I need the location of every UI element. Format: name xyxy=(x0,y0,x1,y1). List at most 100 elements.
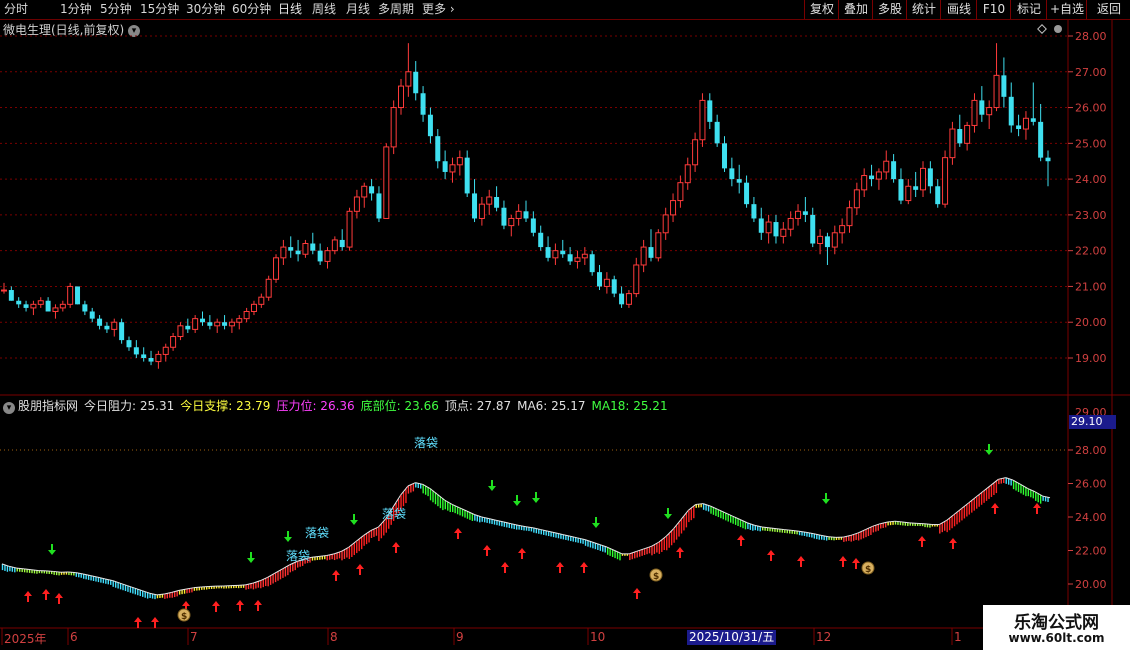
candle-body-down xyxy=(23,304,29,308)
indicator-y-tick-label: 26.00 xyxy=(1075,478,1107,491)
candle-body-down xyxy=(45,300,51,312)
candle-body-up xyxy=(1,289,7,292)
candle-body-up xyxy=(942,157,949,205)
indicator-ribbon-line xyxy=(333,550,342,555)
candle-body-up xyxy=(30,303,37,309)
indicator-ribbon-line xyxy=(348,540,357,548)
candle-body-down xyxy=(104,325,110,330)
candle-body-down xyxy=(567,254,573,262)
candle-body-up xyxy=(250,303,257,312)
indicator-ribbon-line xyxy=(939,519,947,525)
candle-body-down xyxy=(891,161,897,180)
candle-body-up xyxy=(831,232,838,248)
candle-body-down xyxy=(1008,96,1014,126)
candle-body-up xyxy=(398,85,405,109)
candle-body-up xyxy=(478,203,485,219)
candle-body-down xyxy=(427,114,433,137)
candle-body-up xyxy=(515,210,522,219)
sell-arrow-icon xyxy=(985,450,993,455)
indicator-ribbon-line xyxy=(363,529,372,536)
candle-body-up xyxy=(155,353,162,363)
candle-body-up xyxy=(273,257,280,280)
candle-body-down xyxy=(97,318,103,326)
indicator-ribbon-line xyxy=(665,528,674,537)
indicator-ribbon-line xyxy=(245,582,254,586)
indicator-ribbon-line xyxy=(651,541,660,547)
indicator-ribbon-line xyxy=(887,520,896,523)
candle-body-up xyxy=(177,325,184,338)
sell-arrow-icon xyxy=(532,498,540,503)
indicator-ribbon-line xyxy=(673,519,682,530)
candle-body-down xyxy=(913,186,919,190)
candle-body-up xyxy=(111,321,118,330)
candle-body-up xyxy=(258,296,265,305)
candle-body-down xyxy=(207,322,213,326)
main-y-tick-label: 20.00 xyxy=(1075,316,1107,329)
indicator-ribbon-line xyxy=(238,584,246,586)
candle-body-up xyxy=(449,164,456,173)
main-y-tick-label: 21.00 xyxy=(1075,280,1107,293)
candle-body-up xyxy=(787,217,794,230)
main-y-tick-label: 26.00 xyxy=(1075,102,1107,115)
candle-body-down xyxy=(714,121,720,144)
candle-body-down xyxy=(141,354,147,358)
candle-body-up xyxy=(677,182,684,202)
candle-body-down xyxy=(442,161,448,172)
candle-body-down xyxy=(773,222,779,237)
indicator-ribbon-line xyxy=(370,526,379,531)
indicator-ribbon-line xyxy=(341,546,350,552)
sell-arrow-icon xyxy=(284,537,292,542)
candle-body-down xyxy=(927,168,933,187)
candle-body-up xyxy=(52,307,59,312)
settings-dot-icon[interactable] xyxy=(1054,25,1062,33)
candle-body-up xyxy=(853,189,860,209)
watermark-title: 乐淘公式网 xyxy=(1014,613,1099,633)
candle-body-down xyxy=(501,207,507,226)
candle-body-down xyxy=(222,322,228,326)
candle-body-down xyxy=(16,300,22,305)
indicator-y-tick-label: 28.00 xyxy=(1075,444,1107,457)
candle-body-down xyxy=(758,218,764,233)
indicator-ribbon-line xyxy=(695,503,704,505)
indicator-ribbon-line xyxy=(953,508,962,515)
money-bag-symbol: $ xyxy=(181,612,187,622)
indicator-ribbon-line xyxy=(179,588,187,591)
candle-body-down xyxy=(869,175,875,180)
candle-body-up xyxy=(817,235,824,245)
candle-body-up xyxy=(883,160,890,173)
main-y-tick-label: 25.00 xyxy=(1075,137,1107,150)
candle-body-up xyxy=(971,99,978,126)
candle-body-up xyxy=(361,185,368,198)
indicator-ribbon-line xyxy=(828,536,837,538)
indicator-ribbon-line xyxy=(186,587,194,590)
candle-body-down xyxy=(802,211,808,215)
candle-body-down xyxy=(722,143,728,169)
candle-body-up xyxy=(67,285,74,305)
date-axis-label: 9 xyxy=(456,630,464,644)
candle-body-up xyxy=(214,321,221,327)
indicator-ribbon-line xyxy=(267,572,276,578)
date-axis-label: 10 xyxy=(590,630,606,644)
candle-body-down xyxy=(339,239,345,248)
date-axis-label: 12 xyxy=(816,630,832,644)
candle-body-up xyxy=(456,157,463,166)
candle-body-up xyxy=(839,225,846,234)
candle-body-down xyxy=(648,247,654,258)
date-axis-label: 7 xyxy=(190,630,198,644)
indicator-y-tick-label: 20.00 xyxy=(1075,578,1107,591)
candle-body-up xyxy=(236,318,243,323)
indicator-ribbon-line xyxy=(193,586,202,589)
candle-body-down xyxy=(288,247,294,251)
main-y-tick-label: 28.00 xyxy=(1075,30,1107,43)
indicator-ribbon-line xyxy=(880,521,888,525)
diamond-marker-icon[interactable] xyxy=(1037,24,1047,34)
candle-body-up xyxy=(765,221,772,234)
indicator-ribbon-line xyxy=(688,504,697,511)
indicator-ribbon-line xyxy=(260,576,268,582)
candle-body-down xyxy=(472,193,478,219)
candle-body-down xyxy=(413,71,419,94)
main-y-tick-label: 22.00 xyxy=(1075,245,1107,258)
watermark-url: www.60lt.com xyxy=(1008,631,1105,645)
chart-canvas[interactable]: 28.00 27.00 26.00 25.00 24.00 23.00 22.00 21.00… xyxy=(0,0,1130,650)
candle-body-up xyxy=(986,107,993,116)
